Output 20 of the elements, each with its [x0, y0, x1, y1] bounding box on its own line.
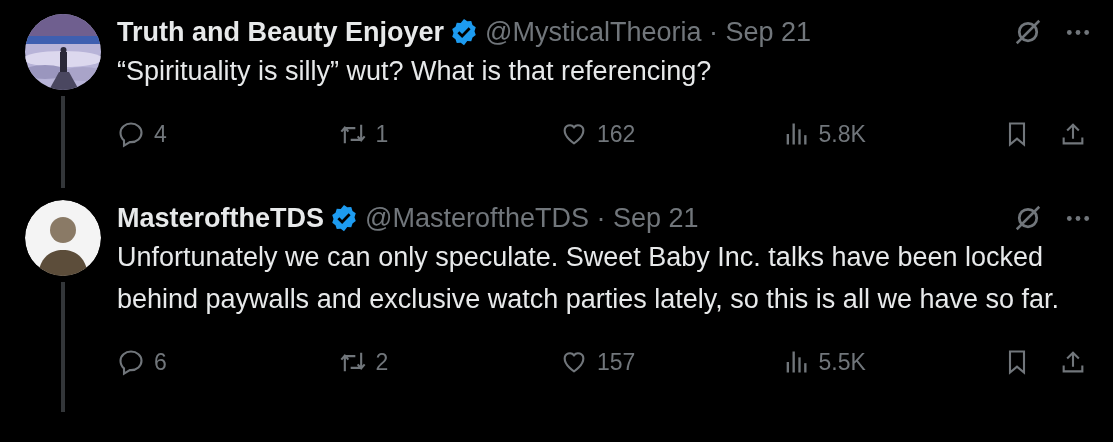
- reply-icon: [117, 348, 145, 376]
- slashed-circle-icon[interactable]: [1013, 17, 1043, 47]
- more-icon[interactable]: [1065, 27, 1091, 37]
- more-icon[interactable]: [1065, 213, 1091, 223]
- author-name[interactable]: MasteroftheTDS: [117, 197, 325, 239]
- like-button[interactable]: 157: [560, 344, 782, 380]
- reply-icon: [117, 120, 145, 148]
- handle-and-date: @MysticalTheoria · Sep 21: [485, 15, 812, 49]
- tweet-text: Unfortunately we can only speculate. Sweet Baby Inc. talks have been locked behind paywalls and exclusive watch parties lately, so this is all we have so far.: [117, 241, 1060, 316]
- views-button[interactable]: 5.8K: [781, 116, 1003, 152]
- repost-button[interactable]: 1: [338, 116, 560, 152]
- reply-button[interactable]: 6: [117, 344, 339, 380]
- slashed-circle-icon[interactable]: [1013, 203, 1043, 233]
- author-name[interactable]: Truth and Beauty Enjoyer: [117, 11, 445, 53]
- like-button[interactable]: 162: [560, 116, 782, 152]
- views-button[interactable]: 5.5K: [781, 344, 1003, 380]
- repost-button[interactable]: 2: [338, 344, 560, 380]
- handle-and-date: @MasteroftheTDS · Sep 21: [365, 201, 699, 235]
- reply-button[interactable]: 4: [117, 116, 339, 152]
- tweet-text: “Spirituality is silly” wut? What is that referencing?: [117, 55, 713, 88]
